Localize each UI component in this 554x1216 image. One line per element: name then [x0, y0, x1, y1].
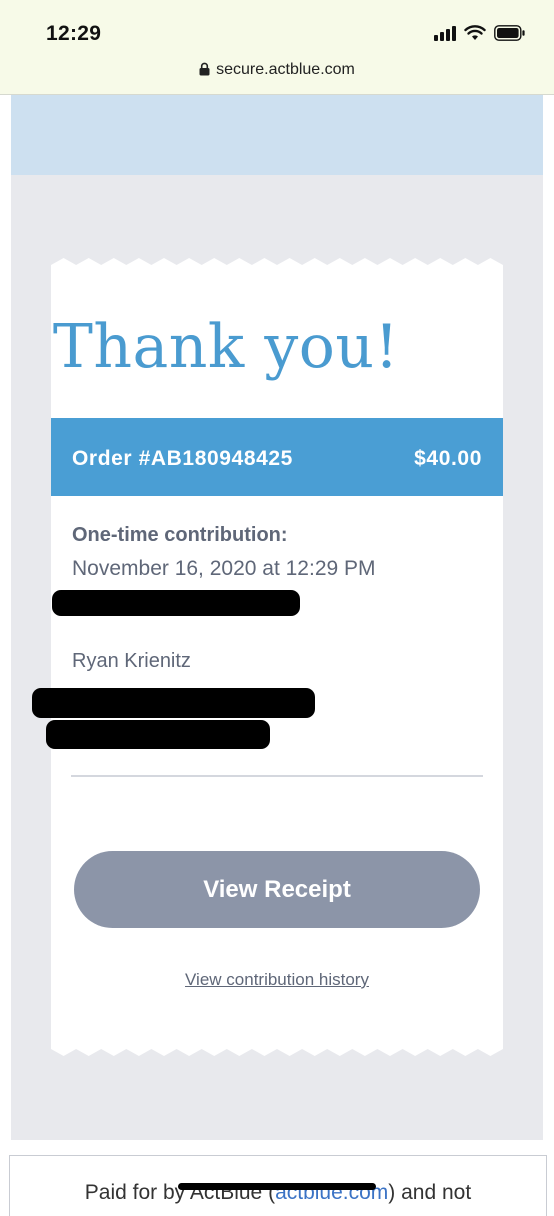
divider	[71, 775, 483, 777]
redaction-mark	[32, 688, 315, 718]
wifi-icon	[464, 25, 486, 40]
redaction-mark	[52, 590, 300, 616]
lock-icon	[199, 62, 210, 76]
view-receipt-button[interactable]: View Receipt	[74, 851, 480, 928]
thank-you-heading: Thank you!	[52, 312, 400, 382]
view-contribution-history-link[interactable]: View contribution history	[0, 970, 554, 990]
signal-icon	[434, 25, 456, 41]
status-icons	[434, 25, 526, 41]
status-bar: 12:29 secure.actblue.com	[0, 0, 554, 95]
status-time: 12:29	[46, 22, 102, 45]
footer-text-end: ) and not	[388, 1181, 472, 1204]
order-number: Order #AB180948425	[72, 447, 293, 470]
order-bar: Order #AB180948425 $40.00	[51, 418, 503, 496]
url-text: secure.actblue.com	[216, 61, 355, 78]
contribution-type-label: One-time contribution:	[72, 524, 288, 546]
home-indicator[interactable]	[178, 1183, 376, 1190]
url-bar[interactable]: secure.actblue.com	[0, 61, 554, 79]
contribution-date: November 16, 2020 at 12:29 PM	[72, 557, 376, 580]
redaction-mark	[46, 720, 270, 749]
donor-name: Ryan Krienitz	[72, 650, 191, 672]
header-banner	[11, 95, 543, 175]
order-amount: $40.00	[414, 447, 482, 470]
battery-icon	[494, 25, 525, 41]
